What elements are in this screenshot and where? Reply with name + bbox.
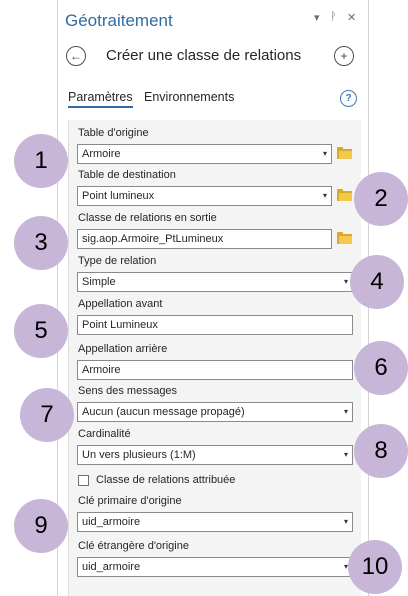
close-icon[interactable]: ✕ bbox=[347, 11, 356, 24]
back-button[interactable]: ← bbox=[66, 46, 86, 66]
destination-table-dropdown[interactable]: Point lumineux ▾ bbox=[77, 186, 332, 206]
folder-icon[interactable] bbox=[337, 147, 352, 159]
callout-badge-5: 5 bbox=[14, 304, 68, 358]
callout-badge-7: 7 bbox=[20, 388, 74, 442]
chevron-down-icon: ▾ bbox=[322, 191, 327, 200]
tab-parameters[interactable]: Paramètres bbox=[68, 90, 133, 108]
output-class-label: Classe de relations en sortie bbox=[78, 212, 217, 224]
chevron-down-icon: ▾ bbox=[322, 149, 327, 158]
backward-label-value: Armoire bbox=[82, 364, 121, 376]
attributed-label: Classe de relations attribuée bbox=[96, 474, 236, 486]
forward-label-label: Appellation avant bbox=[78, 298, 163, 310]
backward-label-label: Appellation arrière bbox=[78, 343, 168, 355]
output-class-input[interactable]: sig.aop.Armoire_PtLumineux bbox=[77, 229, 332, 249]
folder-icon[interactable] bbox=[337, 232, 352, 244]
pane-menu-icon[interactable]: ▾ bbox=[314, 11, 320, 24]
chevron-down-icon: ▾ bbox=[343, 517, 348, 526]
relation-type-value: Simple bbox=[82, 276, 116, 288]
forward-label-input[interactable]: Point Lumineux bbox=[77, 315, 353, 335]
plus-icon: + bbox=[340, 49, 348, 63]
callout-badge-10: 10 bbox=[348, 540, 402, 594]
cardinality-value: Un vers plusieurs (1:M) bbox=[82, 449, 196, 461]
origin-primary-key-label: Clé primaire d'origine bbox=[78, 495, 182, 507]
tab-environments[interactable]: Environnements bbox=[144, 90, 234, 104]
origin-foreign-key-label: Clé étrangère d'origine bbox=[78, 540, 189, 552]
destination-table-label: Table de destination bbox=[78, 169, 176, 181]
origin-table-label: Table d'origine bbox=[78, 127, 149, 139]
origin-primary-key-value: uid_armoire bbox=[82, 516, 141, 528]
help-icon[interactable]: ? bbox=[340, 90, 357, 107]
callout-badge-8: 8 bbox=[354, 424, 408, 478]
chevron-down-icon: ▾ bbox=[343, 277, 348, 286]
origin-table-value: Armoire bbox=[82, 148, 121, 160]
backward-label-input[interactable]: Armoire bbox=[77, 360, 353, 380]
relation-type-label: Type de relation bbox=[78, 255, 157, 267]
callout-badge-2: 2 bbox=[354, 172, 408, 226]
geoprocessing-pane: Géotraitement ▾ ᚹ ✕ ← Créer une classe d… bbox=[57, 0, 369, 596]
pin-icon[interactable]: ᚹ bbox=[330, 11, 337, 23]
origin-primary-key-dropdown[interactable]: uid_armoire ▾ bbox=[77, 512, 353, 532]
message-direction-label: Sens des messages bbox=[78, 385, 178, 397]
relation-type-dropdown[interactable]: Simple ▾ bbox=[77, 272, 353, 292]
tool-header: ← Créer une classe de relations + bbox=[58, 46, 368, 76]
message-direction-dropdown[interactable]: Aucun (aucun message propagé) ▾ bbox=[77, 402, 353, 422]
cardinality-dropdown[interactable]: Un vers plusieurs (1:M) ▾ bbox=[77, 445, 353, 465]
tab-bar: Paramètres Environnements ? bbox=[58, 90, 368, 116]
tool-title: Créer une classe de relations bbox=[106, 47, 302, 64]
chevron-down-icon: ▾ bbox=[343, 407, 348, 416]
message-direction-value: Aucun (aucun message propagé) bbox=[82, 406, 245, 418]
callout-badge-9: 9 bbox=[14, 499, 68, 553]
back-arrow-icon: ← bbox=[70, 49, 82, 63]
pane-titlebar: Géotraitement ▾ ᚹ ✕ bbox=[58, 0, 368, 40]
parameters-form: Table d'origine Armoire ▾ Table de desti… bbox=[68, 120, 361, 596]
output-class-value: sig.aop.Armoire_PtLumineux bbox=[82, 233, 224, 245]
folder-icon[interactable] bbox=[337, 189, 352, 201]
origin-foreign-key-value: uid_armoire bbox=[82, 561, 141, 573]
callout-badge-4: 4 bbox=[350, 255, 404, 309]
forward-label-value: Point Lumineux bbox=[82, 319, 158, 331]
callout-badge-6: 6 bbox=[354, 341, 408, 395]
pane-title: Géotraitement bbox=[65, 11, 173, 30]
callout-badge-3: 3 bbox=[14, 216, 68, 270]
destination-table-value: Point lumineux bbox=[82, 190, 155, 202]
callout-badge-1: 1 bbox=[14, 134, 68, 188]
cardinality-label: Cardinalité bbox=[78, 428, 131, 440]
add-button[interactable]: + bbox=[334, 46, 354, 66]
chevron-down-icon: ▾ bbox=[343, 450, 348, 459]
origin-foreign-key-dropdown[interactable]: uid_armoire ▾ bbox=[77, 557, 353, 577]
attributed-checkbox[interactable] bbox=[78, 475, 89, 486]
origin-table-dropdown[interactable]: Armoire ▾ bbox=[77, 144, 332, 164]
